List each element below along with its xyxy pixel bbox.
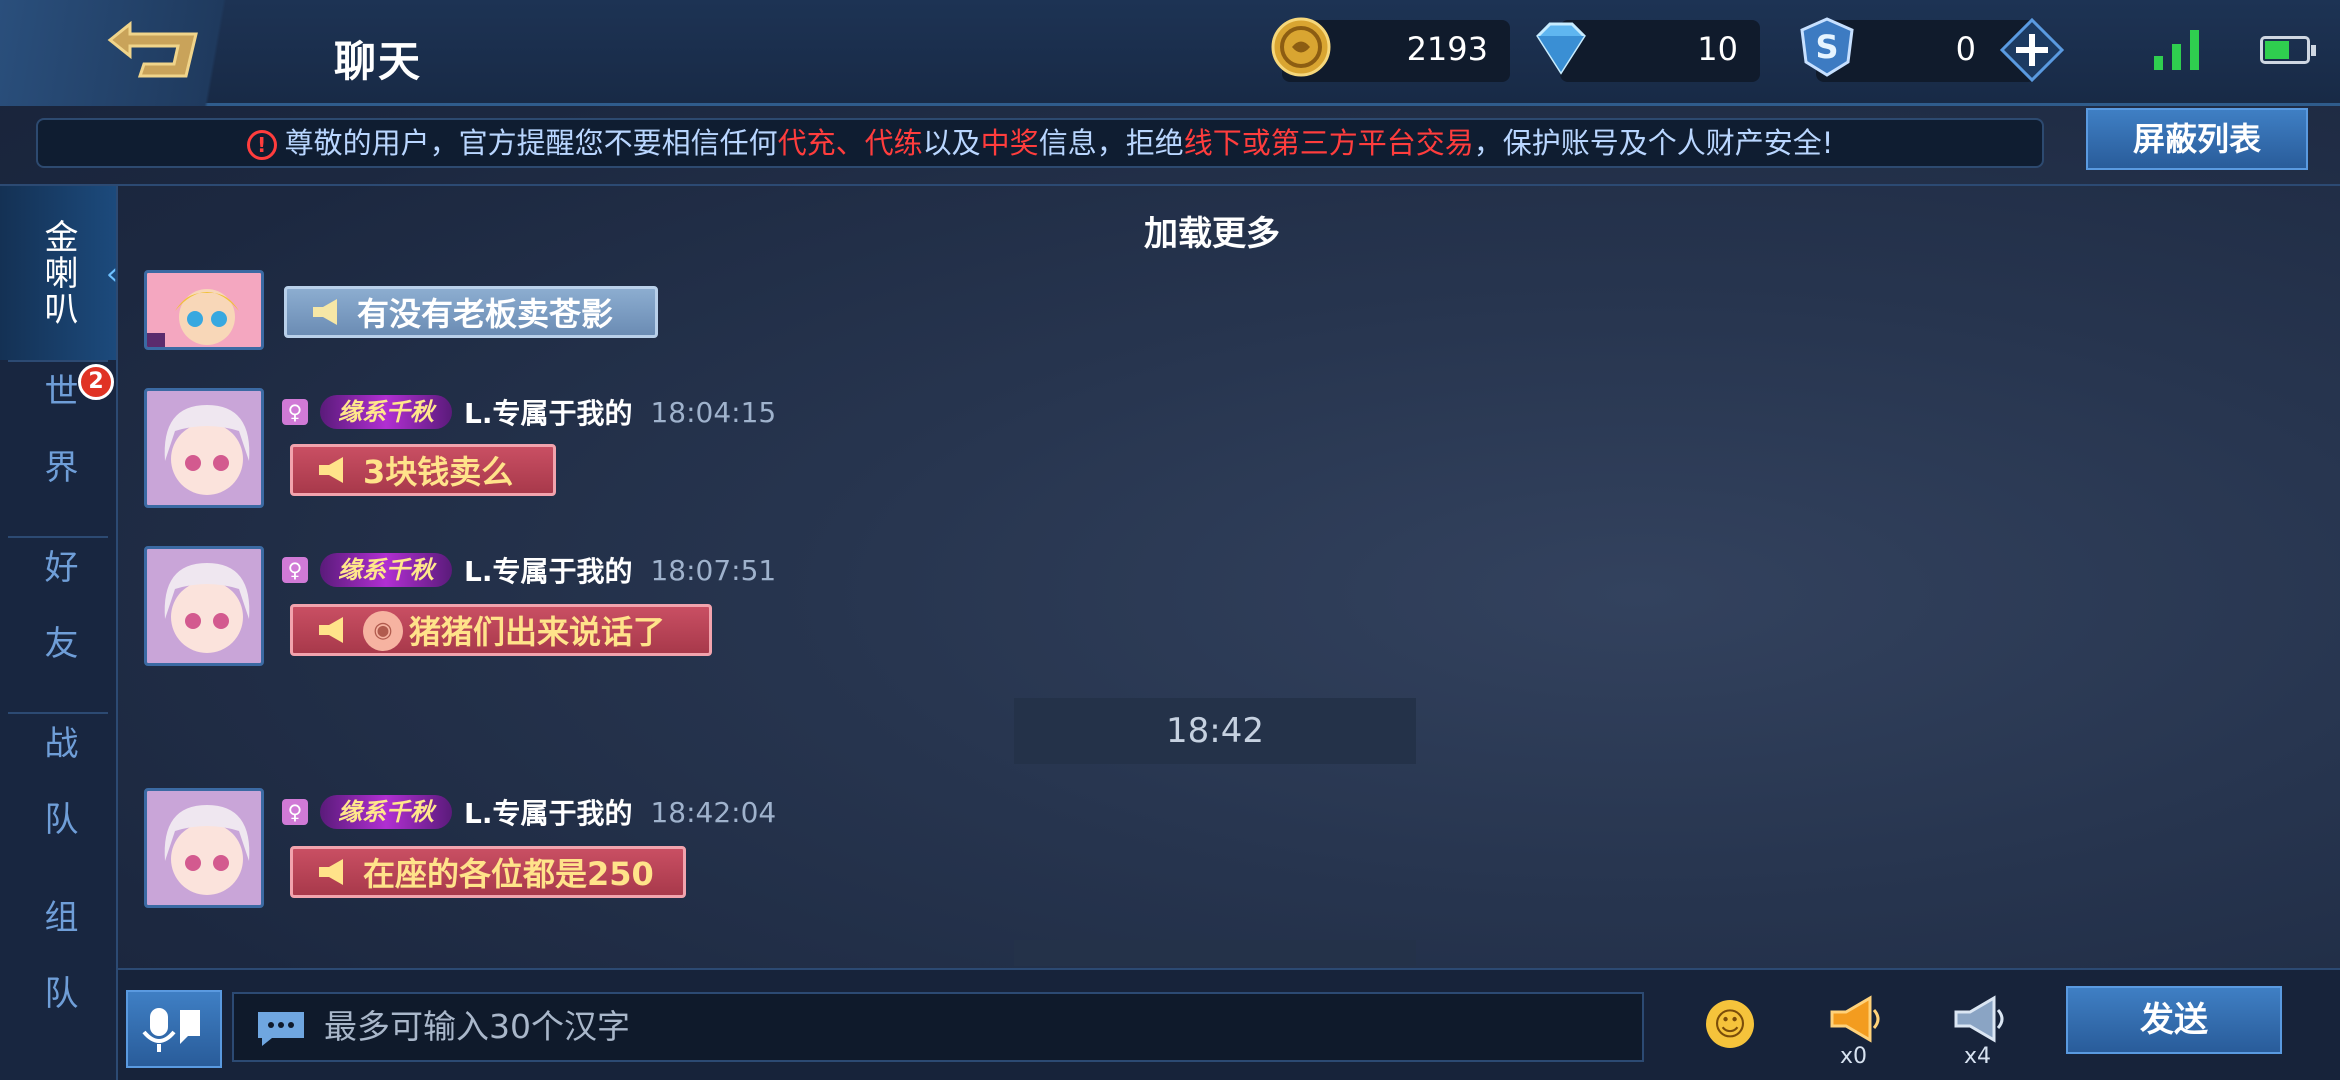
title-badge: 缘系千秋: [320, 395, 452, 429]
s-points-icon: S: [1800, 17, 1854, 77]
title-badge: 缘系千秋: [320, 553, 452, 587]
username[interactable]: L.专属于我的: [464, 550, 632, 590]
tab-label: 世界: [38, 373, 78, 525]
avatar[interactable]: [144, 788, 264, 908]
megaphone-icon: [313, 299, 337, 325]
diamond-icon: [1536, 22, 1586, 75]
back-arrow-icon: [107, 20, 198, 78]
emoji-button[interactable]: ☺: [1706, 1000, 1754, 1048]
pig-emoji-icon: ◉: [363, 611, 403, 651]
female-icon: ♀: [282, 557, 308, 583]
time-divider-partial: [1014, 940, 1416, 966]
megaphone-icon: [319, 859, 343, 885]
gold-horn-count: x0: [1840, 1044, 1868, 1069]
avatar-image: [147, 549, 261, 663]
tab-label: 组队: [38, 899, 78, 1051]
channel-sidebar: 金喇叭 ‹ 世界 2 好友 战队 组队: [0, 186, 118, 1080]
timestamp: 18:07:51: [650, 553, 777, 587]
block-list-button[interactable]: 屏蔽列表: [2086, 108, 2308, 170]
svg-text:S: S: [1815, 28, 1838, 66]
load-more-link[interactable]: 加载更多: [1144, 206, 1280, 255]
voice-input-button[interactable]: [126, 990, 222, 1068]
tab-team[interactable]: 战队: [0, 714, 116, 888]
message-bubble: ◉ 猪猪们出来说话了: [290, 604, 712, 656]
page-title: 聊天: [334, 37, 423, 86]
chat-input[interactable]: 最多可输入30个汉字: [232, 992, 1644, 1062]
add-points-icon[interactable]: [2000, 18, 2064, 82]
battery-icon: [2260, 36, 2316, 64]
back-button[interactable]: [0, 0, 300, 106]
username[interactable]: L.专属于我的: [464, 392, 632, 432]
microphone-icon: [142, 1008, 200, 1052]
safety-notice: ! 尊敬的用户，官方提醒您不要相信任何代充、代练以及中奖信息，拒绝线下或第三方平台…: [36, 118, 2044, 168]
timestamp: 18:42:04: [650, 795, 777, 829]
megaphone-icon[interactable]: [1950, 992, 2010, 1046]
message-header: ♀ 缘系千秋 L.专属于我的 18:04:15: [282, 392, 776, 432]
tab-label: 金喇叭: [38, 219, 78, 327]
avatar-image: [147, 391, 261, 505]
avatar-image: [147, 791, 261, 905]
input-placeholder: 最多可输入30个汉字: [324, 1007, 630, 1046]
signal-icon: [2154, 30, 2199, 70]
timestamp: 18:04:15: [650, 395, 777, 429]
username[interactable]: L.专属于我的: [464, 792, 632, 832]
diamond-value: 10: [1697, 30, 1738, 68]
tab-gold-horn[interactable]: 金喇叭 ‹: [0, 186, 118, 360]
gold-coin-icon: [1271, 17, 1331, 77]
message-header: ♀ 缘系千秋 L.专属于我的 18:42:04: [282, 792, 776, 832]
warning-icon: !: [246, 130, 277, 160]
send-button[interactable]: 发送: [2066, 986, 2282, 1054]
avatar-image: [147, 273, 261, 347]
horn-count: x4: [1964, 1044, 1992, 1069]
megaphone-icon: [319, 457, 343, 483]
message-bubble: 在座的各位都是250: [290, 846, 686, 898]
chevron-left-icon: ‹: [106, 257, 118, 292]
tab-label: 战队: [38, 725, 78, 877]
top-bar: 聊天 2193 10 0 S: [0, 0, 2340, 106]
gold-megaphone-icon[interactable]: [1826, 992, 1886, 1046]
gold-value: 2193: [1406, 30, 1488, 68]
tab-party[interactable]: 组队: [0, 888, 116, 1062]
female-icon: ♀: [282, 399, 308, 425]
megaphone-icon: [319, 617, 343, 643]
points-value: 0: [1955, 30, 1976, 68]
message-bubble: 有没有老板卖苍影: [284, 286, 658, 338]
avatar[interactable]: [144, 546, 264, 666]
diamond-counter: 10: [1560, 20, 1760, 82]
female-icon: ♀: [282, 799, 308, 825]
tab-label: 好友: [38, 549, 78, 701]
message-header: ♀ 缘系千秋 L.专属于我的 18:07:51: [282, 550, 776, 590]
avatar[interactable]: [144, 270, 264, 350]
header-divider: [0, 184, 2340, 186]
avatar[interactable]: [144, 388, 264, 508]
chat-bubble-icon: [258, 1012, 304, 1046]
time-divider: 18:42: [1014, 698, 1416, 764]
tab-friends[interactable]: 好友: [0, 538, 116, 712]
unread-badge: 2: [78, 364, 114, 400]
message-bubble: 3块钱卖么: [290, 444, 556, 496]
title-badge: 缘系千秋: [320, 795, 452, 829]
